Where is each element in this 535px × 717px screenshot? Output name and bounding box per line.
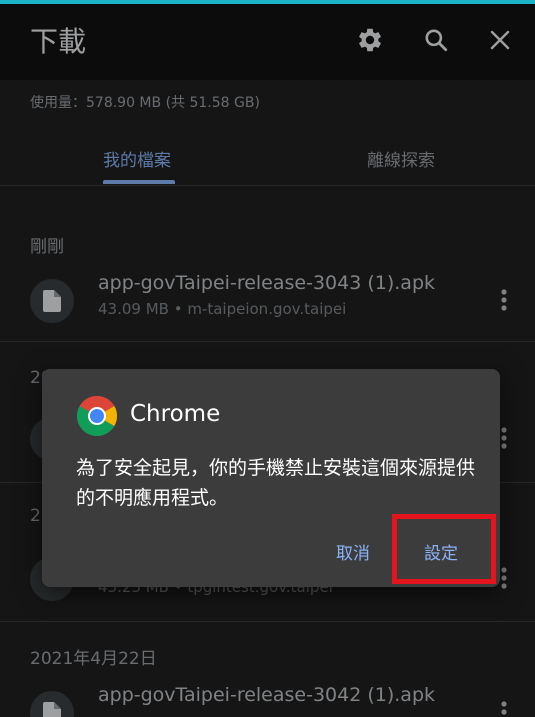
cancel-button[interactable]: 取消 — [336, 539, 370, 564]
dialog-message: 為了安全起見，你的手機禁止安裝這個來源提供的不明應用程式。 — [76, 457, 476, 509]
downloads-screen: 下載 使用量：578.90 MB (共 51.58 GB) 我的檔案 離線探索 … — [0, 4, 535, 717]
settings-highlight-box — [392, 514, 496, 584]
dialog-scrim[interactable] — [0, 4, 535, 717]
chrome-icon — [76, 395, 118, 437]
dialog-title: Chrome — [130, 401, 221, 427]
